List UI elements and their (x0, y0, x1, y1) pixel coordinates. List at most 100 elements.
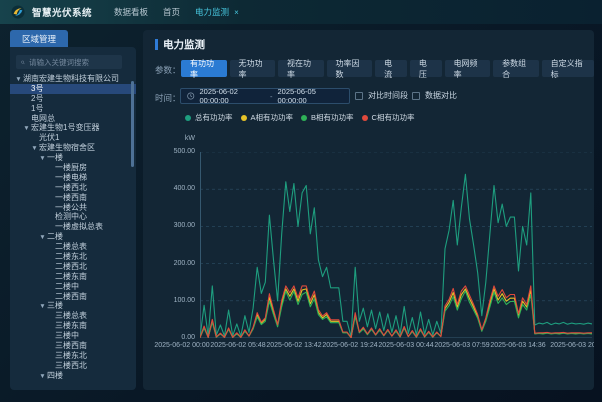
tree-node[interactable]: 一楼虚拟总表 (10, 222, 136, 232)
tree-node-label: 二楼中 (55, 282, 79, 291)
tree-node-label: 三楼东南 (55, 321, 87, 330)
chart-canvas (200, 152, 592, 338)
tree-node-label: 2号 (31, 94, 43, 103)
x-axis-ticks: 2025-06-02 00:002025-06-02 05:482025-06-… (200, 342, 592, 352)
tree-node[interactable]: 2号 (10, 94, 136, 104)
tree-node[interactable]: ▼三楼 (10, 301, 136, 311)
nav-item-2[interactable]: 首页 (163, 6, 180, 18)
param-button-inactive[interactable]: 电压 (410, 60, 442, 77)
y-tick-label: 300.00 (143, 222, 195, 229)
tree-node[interactable]: ▼四楼 (10, 371, 136, 381)
power-chart[interactable] (200, 152, 592, 338)
tree-node[interactable]: 二楼总表 (10, 242, 136, 252)
y-tick-label: 400.00 (143, 185, 195, 192)
caret-down-icon[interactable]: ▼ (38, 372, 47, 382)
param-button-inactive[interactable]: 自定义指标 (542, 60, 594, 77)
time-start-value[interactable]: 2025-06-02 00:00:00 (200, 87, 265, 105)
tree-node[interactable]: 一楼西南 (10, 193, 136, 203)
tree-node[interactable]: 检测中心 (10, 212, 136, 222)
checkbox-1[interactable]: 对比时间段 (355, 90, 408, 101)
tree-node[interactable]: 三楼总表 (10, 311, 136, 321)
tree-node-label: 一楼西南 (55, 193, 87, 202)
param-button-inactive[interactable]: 电流 (375, 60, 407, 77)
tree-node-label: 二楼东南 (55, 272, 87, 281)
legend-item[interactable]: A相有功功率 (241, 112, 294, 123)
tree-node-label: 宏建生物1号变压器 (31, 123, 99, 132)
checkbox-box-icon[interactable] (412, 92, 420, 100)
search-icon (21, 59, 25, 66)
time-end-value[interactable]: 2025-06-05 00:00:00 (278, 87, 343, 105)
page-title: 电力监测 (163, 37, 205, 52)
x-tick-label: 2025-06-03 00:44 (378, 342, 433, 349)
tree-node[interactable]: 1号 (10, 104, 136, 114)
chart-legend: 总有功功率 A相有功功率 B相有功功率 C相有功功率 (185, 112, 414, 123)
search-input[interactable] (29, 58, 117, 67)
param-button-active[interactable]: 有功功率 (181, 60, 227, 77)
param-button-inactive[interactable]: 功率因数 (327, 60, 373, 77)
checkbox-label: 对比时间段 (368, 90, 408, 101)
time-label: 时间： (155, 92, 181, 104)
tree-node[interactable]: 一楼厨房 (10, 163, 136, 173)
tree-node[interactable]: 一楼公共 (10, 203, 136, 213)
title-accent-bar (155, 39, 158, 50)
tree-node[interactable]: 3号 (10, 84, 136, 94)
tree-scrollbar[interactable] (131, 81, 134, 167)
tree-node[interactable]: 三楼东北 (10, 351, 136, 361)
y-axis-unit: kW (143, 135, 195, 142)
tree-node-label: 三楼 (47, 301, 63, 310)
legend-item[interactable]: 总有功功率 (185, 112, 233, 123)
params-label: 参数： (155, 64, 181, 76)
tree-node[interactable]: 三楼东南 (10, 321, 136, 331)
tree-node-label: 3号 (31, 84, 43, 93)
tree-node[interactable]: 一楼电梯 (10, 173, 136, 183)
tree-node[interactable]: 一楼西北 (10, 183, 136, 193)
param-button-inactive[interactable]: 参数组合 (493, 60, 539, 77)
tree-node-label: 四楼 (47, 371, 63, 380)
y-tick-label: 100.00 (143, 297, 195, 304)
tree-node-label: 光伏1 (39, 133, 59, 142)
tree-node-label: 一楼西北 (55, 183, 87, 192)
tree-node[interactable]: 三楼西南 (10, 341, 136, 351)
tree-node[interactable]: 二楼东南 (10, 272, 136, 282)
tree-node[interactable]: 三楼中 (10, 331, 136, 341)
param-button-inactive[interactable]: 视在功率 (278, 60, 324, 77)
date-range-picker[interactable]: 2025-06-02 00:00:00 - 2025-06-05 00:00:0… (180, 88, 350, 104)
tree-node[interactable]: ▼二楼 (10, 232, 136, 242)
app-logo-icon (11, 5, 25, 19)
x-tick-label: 2025-06-03 07:59 (434, 342, 489, 349)
legend-item[interactable]: B相有功功率 (301, 112, 354, 123)
tab-close-icon[interactable]: × (234, 8, 239, 17)
tree-node-label: 三楼西南 (55, 341, 87, 350)
tree-node[interactable]: 电网总 (10, 114, 136, 124)
nav-item-1[interactable]: 数据看板 (114, 6, 148, 18)
tree-node-label: 三楼东北 (55, 351, 87, 360)
x-tick-label: 2025-06-02 05:48 (210, 342, 265, 349)
tree-node[interactable]: 三楼西北 (10, 361, 136, 371)
legend-dot-icon (185, 115, 191, 121)
param-button-inactive[interactable]: 电网频率 (445, 60, 491, 77)
tree-node[interactable]: 二楼中 (10, 282, 136, 292)
param-button-inactive[interactable]: 无功功率 (230, 60, 276, 77)
x-tick-label: 2025-06-03 20: (550, 342, 594, 349)
tree-node[interactable]: ▼湖南宏建生物科技有限公司 (10, 74, 136, 84)
tree-node[interactable]: 二楼东北 (10, 252, 136, 262)
sidebar: 区域管理 ▼湖南宏建生物科技有限公司3号2号1号电网总▼宏建生物1号变压器光伏1… (10, 30, 136, 390)
tree-node[interactable]: 光伏1 (10, 133, 136, 143)
region-tree: ▼湖南宏建生物科技有限公司3号2号1号电网总▼宏建生物1号变压器光伏1▼宏建生物… (10, 74, 136, 381)
tree-node[interactable]: 二楼西南 (10, 292, 136, 302)
tree-node[interactable]: ▼一楼 (10, 153, 136, 163)
tree-search-box[interactable] (16, 55, 122, 69)
series-line (200, 286, 592, 338)
tree-node[interactable]: 二楼西北 (10, 262, 136, 272)
legend-item[interactable]: C相有功功率 (362, 112, 415, 123)
tree-node[interactable]: ▼宏建生物1号变压器 (10, 123, 136, 133)
sidebar-tab-region[interactable]: 区域管理 (10, 30, 68, 47)
checkbox-box-icon[interactable] (355, 92, 363, 100)
tree-node[interactable]: ▼宏建生物宿舍区 (10, 143, 136, 153)
tree-node-label: 一楼公共 (55, 203, 87, 212)
main-panel: 电力监测 参数： 有功功率无功功率视在功率功率因数电流电压电网频率参数组合自定义… (143, 30, 594, 390)
nav-tab-power-monitor[interactable]: 电力监测 × (195, 6, 239, 18)
legend-dot-icon (241, 115, 247, 121)
tree-node-label: 电网总 (31, 114, 55, 123)
checkbox-2[interactable]: 数据对比 (412, 90, 457, 101)
